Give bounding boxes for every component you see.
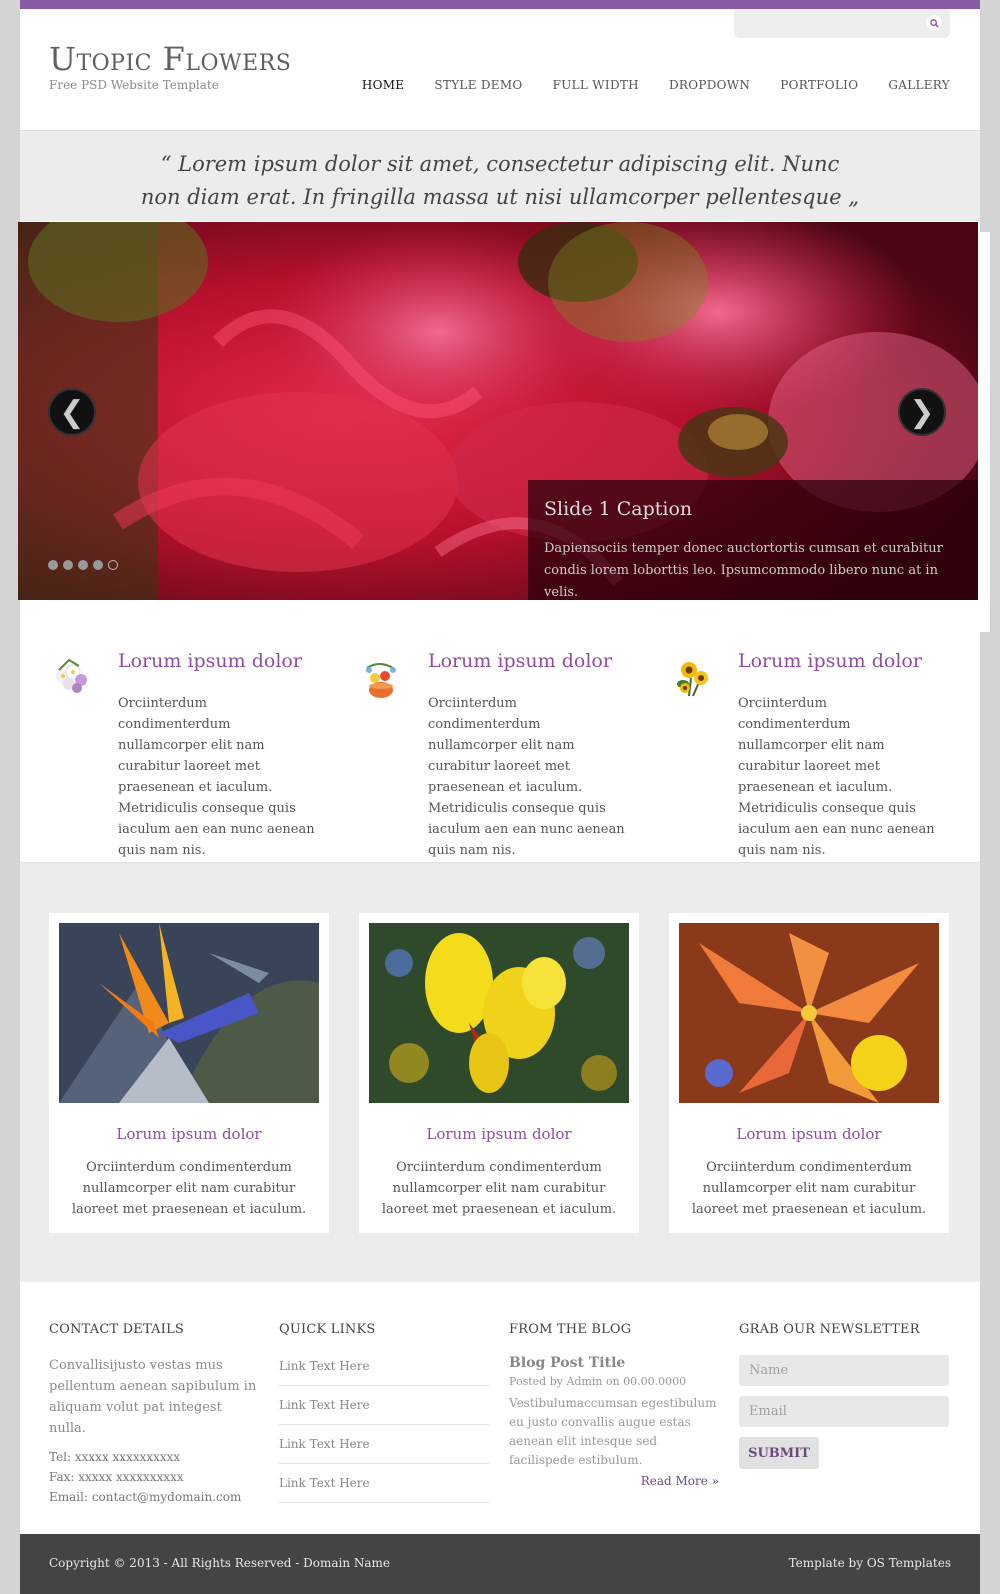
slide-caption: Slide 1 Caption Dapiensociis temper done…	[528, 480, 978, 600]
intro-quote-band: “ Lorem ipsum dolor sit amet, consectetu…	[20, 130, 980, 221]
gallery-card[interactable]: Lorum ipsum dolor Orciinterdum condiment…	[669, 913, 949, 1233]
feature-title: Lorum ipsum dolor	[118, 650, 302, 672]
newsletter-submit-button[interactable]: SUBMIT	[739, 1437, 819, 1469]
slide-caption-text: Dapiensociis temper donec auctortortis c…	[544, 541, 943, 600]
footer-heading: QUICK LINKS	[279, 1322, 376, 1337]
flower-bouquet-icon	[56, 658, 87, 693]
main-nav: HOME STYLE DEMO FULL WIDTH DROPDOWN PORT…	[362, 78, 950, 92]
read-more-link[interactable]: Read More »	[509, 1474, 719, 1488]
gallery-card-title[interactable]: Lorum ipsum dolor	[59, 1125, 319, 1143]
footer-newsletter: GRAB OUR NEWSLETTER SUBMIT	[739, 1322, 949, 1469]
feature-block: Lorum ipsum dolor Orciinterdum condiment…	[49, 650, 359, 858]
blog-post-meta: Posted by Admin on 00.00.0000	[509, 1375, 687, 1388]
copyright-text: Copyright © 2013 - All Rights Reserved -…	[49, 1556, 391, 1570]
fruit-basket-icon	[366, 663, 396, 698]
bottom-bar: Copyright © 2013 - All Rights Reserved -…	[20, 1534, 980, 1594]
bird-of-paradise-photo[interactable]	[59, 923, 319, 1103]
quick-link[interactable]: Link Text Here	[279, 1472, 489, 1503]
yellow-flower-photo[interactable]	[369, 923, 629, 1103]
feature-text: Orciinterdum condimenterdum nullamcorper…	[738, 696, 935, 858]
gallery-section: Lorum ipsum dolor Orciinterdum condiment…	[20, 862, 980, 1282]
gallery-card-text: Orciinterdum condimenterdum nullamcorper…	[381, 1160, 617, 1217]
nav-item-gallery[interactable]: GALLERY	[888, 78, 950, 92]
search-input[interactable]	[742, 13, 912, 33]
hero-slider[interactable]: ❮ ❯ Slide 1 Caption Dapiensociis temper …	[18, 222, 978, 600]
slider-dot-active[interactable]	[108, 560, 118, 570]
accent-top-bar	[20, 0, 980, 9]
slider-dot[interactable]	[78, 560, 88, 570]
contact-fax: Fax: xxxxx xxxxxxxxxx	[49, 1470, 184, 1484]
feature-text: Orciinterdum condimenterdum nullamcorper…	[118, 696, 315, 858]
contact-email[interactable]: Email: contact@mydomain.com	[49, 1487, 259, 1507]
blog-post-excerpt: Vestibulumaccumsan egestibulum eu justo …	[509, 1396, 717, 1467]
slider-prev-button[interactable]: ❮	[48, 388, 96, 436]
contact-tel: Tel: xxxxx xxxxxxxxxx	[49, 1450, 181, 1464]
nav-item-home[interactable]: HOME	[362, 78, 405, 92]
search-icon[interactable]	[926, 15, 942, 31]
blog-post-title[interactable]: Blog Post Title	[509, 1355, 719, 1371]
site-tagline: Free PSD Website Template	[49, 78, 219, 92]
feature-text: Orciinterdum condimenterdum nullamcorper…	[428, 696, 625, 858]
footer: CONTACT DETAILS Convallisijusto vestas m…	[20, 1282, 980, 1534]
footer-heading: GRAB OUR NEWSLETTER	[739, 1322, 920, 1337]
slider-pagination	[48, 560, 118, 570]
slider-next-button[interactable]: ❯	[898, 388, 946, 436]
feature-block: Lorum ipsum dolor Orciinterdum condiment…	[359, 650, 669, 858]
intro-quote: “ Lorem ipsum dolor sit amet, consectetu…	[140, 152, 860, 209]
feature-title: Lorum ipsum dolor	[738, 650, 922, 672]
site-logo[interactable]: Utopic Flowers	[49, 40, 291, 78]
nav-item-dropdown[interactable]: DROPDOWN	[669, 78, 750, 92]
orange-lily-photo[interactable]	[679, 923, 939, 1103]
nav-item-portfolio[interactable]: PORTFOLIO	[780, 78, 858, 92]
slider-edge	[978, 232, 990, 632]
slider-dot[interactable]	[63, 560, 73, 570]
gallery-card[interactable]: Lorum ipsum dolor Orciinterdum condiment…	[359, 913, 639, 1233]
gallery-card-text: Orciinterdum condimenterdum nullamcorper…	[71, 1160, 307, 1217]
slider-dot[interactable]	[93, 560, 103, 570]
footer-contact: CONTACT DETAILS Convallisijusto vestas m…	[49, 1322, 259, 1507]
gallery-card-title[interactable]: Lorum ipsum dolor	[679, 1125, 939, 1143]
gallery-card-title[interactable]: Lorum ipsum dolor	[369, 1125, 629, 1143]
page-wrapper: Utopic Flowers Free PSD Website Template…	[18, 0, 990, 1594]
quick-link[interactable]: Link Text Here	[279, 1433, 489, 1464]
feature-title: Lorum ipsum dolor	[428, 650, 612, 672]
footer-heading: FROM THE BLOG	[509, 1322, 632, 1337]
newsletter-email-input[interactable]	[739, 1396, 949, 1427]
footer-heading: CONTACT DETAILS	[49, 1322, 185, 1337]
nav-item-full-width[interactable]: FULL WIDTH	[553, 78, 639, 92]
footer-blog: FROM THE BLOG Blog Post Title Posted by …	[509, 1322, 719, 1488]
features-row: Lorum ipsum dolor Orciinterdum condiment…	[20, 650, 980, 858]
gallery-card-text: Orciinterdum condimenterdum nullamcorper…	[691, 1160, 927, 1217]
quick-link[interactable]: Link Text Here	[279, 1394, 489, 1425]
template-credit[interactable]: Template by OS Templates	[789, 1556, 951, 1570]
newsletter-name-input[interactable]	[739, 1355, 949, 1386]
gallery-card[interactable]: Lorum ipsum dolor Orciinterdum condiment…	[49, 913, 329, 1233]
nav-item-style-demo[interactable]: STYLE DEMO	[434, 78, 522, 92]
slider-dot[interactable]	[48, 560, 58, 570]
slide-caption-title: Slide 1 Caption	[544, 498, 693, 520]
search-box[interactable]	[734, 9, 950, 38]
footer-quick-links: QUICK LINKS Link Text Here Link Text Her…	[279, 1322, 489, 1503]
feature-block: Lorum ipsum dolor Orciinterdum condiment…	[669, 650, 979, 858]
contact-description: Convallisijusto vestas mus pellentum aen…	[49, 1358, 257, 1436]
sunflower-icon	[677, 662, 708, 697]
quick-link[interactable]: Link Text Here	[279, 1355, 489, 1386]
